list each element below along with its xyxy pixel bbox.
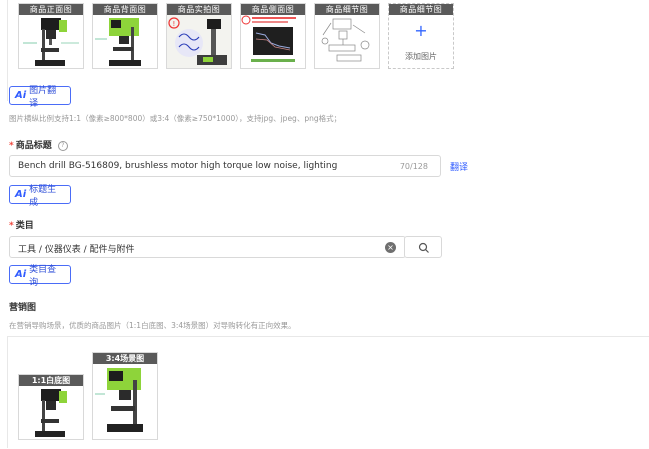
plus-icon: + — [414, 21, 428, 40]
title-char-counter: 70/128 — [399, 162, 428, 171]
thumb-label: 3:4场景图 — [93, 353, 157, 364]
image-format-hint: 图片横纵比例支持1:1（像素≥800*800）或3:4（像素≥750*1000）… — [9, 114, 342, 123]
left-border-line — [7, 0, 8, 101]
category-field-label: * 类目 — [9, 218, 34, 231]
category-query-label: 类目查询 — [29, 264, 57, 288]
ai-icon: Ai — [15, 269, 27, 280]
category-input-value: 工具 / 仪器仪表 / 配件与附件 — [18, 245, 135, 255]
ai-icon: Ai — [15, 189, 27, 200]
thumb-label: 1:1白底图 — [19, 375, 83, 386]
title-label-text: 商品标题 — [15, 141, 52, 151]
thumb-label: 商品细节图 — [315, 4, 379, 15]
exploded-diagram-image — [315, 15, 379, 68]
image-translate-label: 图片翻译 — [29, 85, 57, 109]
product-image-front[interactable]: 商品正面图 — [18, 3, 84, 69]
marketing-images-hint: 在营销导购场景，优质的商品图片（1:1白底图、3:4场景图）对导购转化有正向效果… — [9, 321, 296, 330]
marketing-image-square[interactable]: 1:1白底图 — [18, 374, 84, 440]
title-translate-link[interactable]: 翻译 — [450, 160, 468, 173]
title-generate-button[interactable]: Ai 标题生成 — [9, 185, 71, 208]
spec-chart-image — [241, 15, 305, 68]
image-translate-button[interactable]: Ai 图片翻译 — [9, 86, 71, 109]
thumb-label: 商品实拍图 — [167, 4, 231, 15]
product-image-back[interactable]: 商品背面图 — [92, 3, 158, 69]
category-input[interactable]: 工具 / 仪器仪表 / 配件与附件 × — [9, 236, 406, 258]
ai-icon: Ai — [15, 90, 27, 101]
marketing-images-label: 营销图 — [9, 303, 37, 313]
thumb-label: 商品侧面图 — [241, 4, 305, 15]
add-image-label: 添加图片 — [405, 52, 437, 61]
product-image-side[interactable]: 商品侧面图 — [240, 3, 306, 69]
thumb-label: 商品细节图 — [389, 4, 453, 15]
category-label-text: 类目 — [15, 221, 34, 231]
title-input[interactable]: Bench drill BG-516809, brushless motor h… — [9, 155, 441, 177]
drill-press-image — [23, 18, 79, 66]
product-image-detail[interactable]: 商品细节图 — [314, 3, 380, 69]
search-icon — [418, 242, 429, 253]
thumb-label: 商品背面图 — [93, 4, 157, 15]
clear-icon[interactable]: × — [385, 242, 396, 253]
title-field-label: * 商品标题 ? — [9, 138, 68, 151]
svg-text:!: ! — [173, 20, 176, 28]
thumb-label: 商品正面图 — [19, 4, 83, 15]
product-image-photo[interactable]: 商品实拍图 ! — [166, 3, 232, 69]
help-icon[interactable]: ? — [57, 141, 68, 151]
required-mark: * — [9, 221, 14, 231]
drill-press-image — [95, 18, 141, 66]
drill-press-image — [95, 368, 143, 432]
category-query-button[interactable]: Ai 类目查询 — [9, 265, 71, 288]
drill-press-photo: ! — [167, 15, 231, 68]
title-input-value: Bench drill BG-516809, brushless motor h… — [18, 161, 338, 171]
category-search-button[interactable] — [404, 236, 442, 258]
marketing-image-portrait[interactable]: 3:4场景图 — [92, 352, 158, 440]
drill-press-image — [35, 389, 67, 437]
add-image-button[interactable]: 商品细节图 + 添加图片 — [388, 3, 454, 69]
title-generate-label: 标题生成 — [29, 184, 57, 208]
required-mark: * — [9, 141, 14, 151]
